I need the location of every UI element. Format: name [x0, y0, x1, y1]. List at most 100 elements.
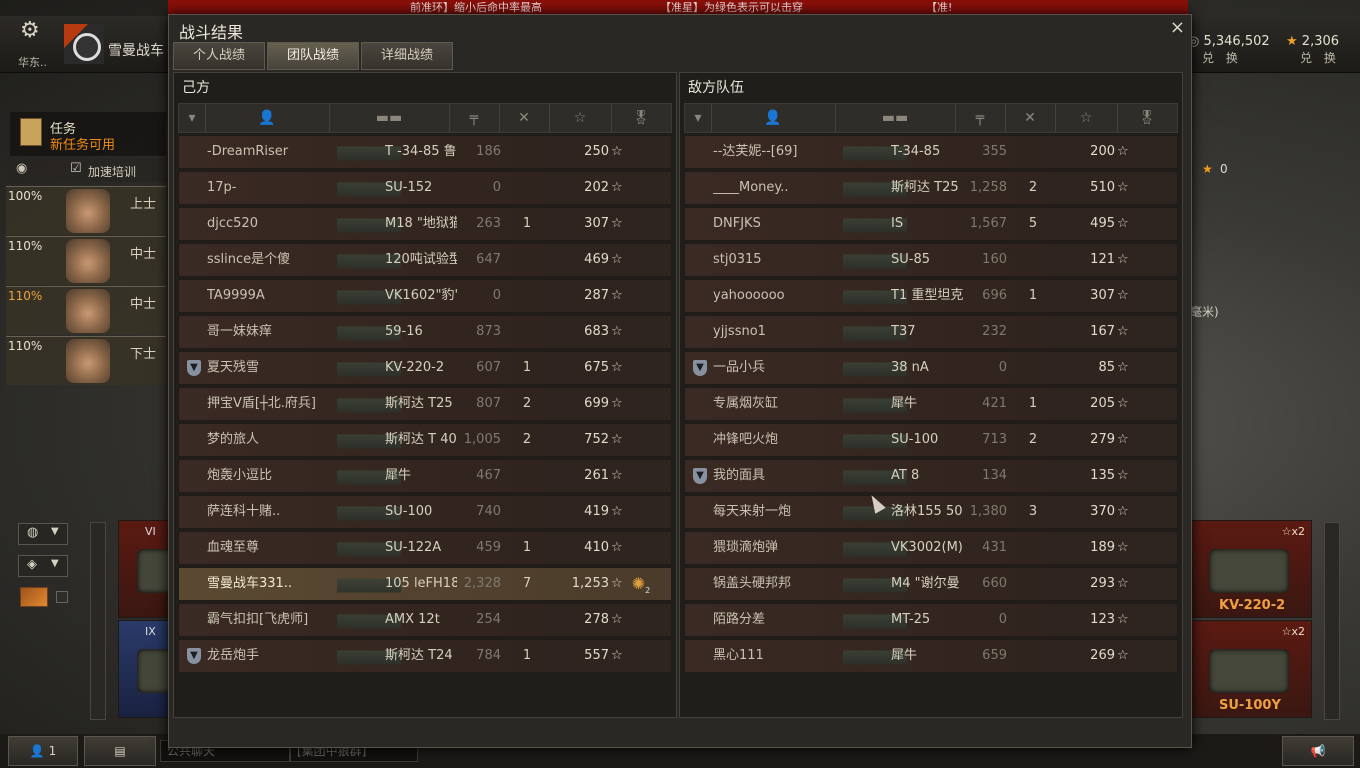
table-row[interactable]: yahoooooo T1 重型坦克 696 1 307 ☆	[684, 279, 1178, 313]
kills-value: 1	[522, 540, 532, 555]
friends-button[interactable]: 👤 1	[8, 736, 78, 766]
checkbox-icon[interactable]: ☑	[70, 161, 82, 176]
table-row[interactable]: 专属烟灰缸 犀牛 421 1 205 ☆	[684, 387, 1178, 421]
table-row[interactable]: --达芙妮--[69] T-34-85 355 200 ☆	[684, 135, 1178, 169]
table-row[interactable]: 哥一妹妹痒 59-16 873 683 ☆	[178, 315, 672, 349]
xp-value: 307	[1090, 288, 1115, 303]
table-row[interactable]: 锅盖头硬邦邦 M4 "谢尔曼 660 293 ☆	[684, 567, 1178, 601]
credits-display[interactable]: ◎ 5,346,502 兑 换	[1188, 34, 1270, 66]
medal-sort-icon[interactable]: 🎖	[611, 104, 671, 132]
table-row[interactable]: 梦的旅人 斯柯达 T 40 1,005 2 752 ☆	[178, 423, 672, 457]
tank-sort-icon[interactable]: ▬▬	[835, 104, 956, 132]
table-row[interactable]: 每天来射一炮 洛林155 50 1,380 3 370 ☆	[684, 495, 1178, 529]
accelerate-training-button[interactable]: ◉ ☑ 加速培训	[8, 158, 166, 182]
damage-value: 807	[476, 396, 501, 411]
notifications-button[interactable]: 📢	[1282, 736, 1354, 766]
kills-sort-icon[interactable]: ✕	[499, 104, 550, 132]
player-name: 一品小兵	[713, 360, 766, 375]
medal-icon[interactable]: ✺2	[627, 572, 655, 596]
tank-name: T-34-85	[891, 144, 941, 159]
crew-member-4[interactable]: 110% 下士	[6, 336, 166, 385]
damage-sort-icon[interactable]: ╤	[955, 104, 1006, 132]
tank-card-kv-220-2[interactable]: ☆x2 KV-220-2	[1190, 520, 1312, 618]
star-icon: ☆	[611, 540, 623, 555]
gold-display[interactable]: ★ 2,306 兑 换	[1286, 34, 1340, 66]
table-row[interactable]: 17p- SU-152 0 202 ☆	[178, 171, 672, 205]
enemy-team-title: 敌方队伍	[688, 80, 744, 96]
player-name: DNFJKS	[713, 216, 761, 231]
table-row[interactable]: yjjssno1 T37 232 167 ☆	[684, 315, 1178, 349]
player-sort-icon[interactable]: 👤	[711, 104, 836, 132]
crew-member-3[interactable]: 110% 中士	[6, 286, 166, 335]
star-icon: ☆	[611, 432, 623, 447]
table-row[interactable]: 炮轰小逗比 犀牛 467 261 ☆	[178, 459, 672, 493]
xp-sort-icon[interactable]: ☆	[1055, 104, 1118, 132]
credits-exchange-label[interactable]: 兑 换	[1202, 49, 1270, 66]
table-row[interactable]: TA9999A VK1602"豹"轻 0 287☆	[178, 279, 672, 313]
table-row[interactable]: 黑心111 犀牛 659 269 ☆	[684, 639, 1178, 673]
table-row[interactable]: stj0315 SU-85 160 121 ☆	[684, 243, 1178, 277]
tab-team[interactable]: 团队战绩	[267, 42, 359, 70]
xp-value: 1,253	[571, 576, 609, 591]
table-row[interactable]: 霸气扣扣[飞虎师] AMX 12t 254 278 ☆	[178, 603, 672, 637]
type-filter-dropdown[interactable]: ◈ ▼	[18, 555, 68, 577]
table-row[interactable]: ▼ 一品小兵 38 nA 0 85 ☆	[684, 351, 1178, 385]
tank-sort-icon[interactable]: ▬▬	[329, 104, 450, 132]
player-name: 夏天残雪	[207, 360, 260, 375]
server-label[interactable]: 华东..	[18, 54, 47, 70]
crew-member-2[interactable]: 110% 中士	[6, 236, 166, 285]
tank-name: SU-122A	[385, 540, 442, 555]
table-row[interactable]: djcc520 M18 "地狱猫 263 1 307 ☆	[178, 207, 672, 241]
carousel-right-arrow[interactable]	[1324, 522, 1340, 720]
tank-name: T37	[891, 324, 916, 339]
tank-card-su-100y[interactable]: ☆x2 SU-100Y	[1190, 620, 1312, 718]
player-name[interactable]: 雪曼战车	[108, 40, 164, 60]
squad-sort-icon[interactable]: ▾	[179, 104, 206, 132]
gold-exchange-label[interactable]: 兑 换	[1300, 49, 1340, 66]
table-row[interactable]: 陌路分差 MT-25 0 123 ☆	[684, 603, 1178, 637]
table-row[interactable]: 雪曼战车331.. 105 leFH18B 2,328 7 1,253☆ ✺2	[178, 567, 672, 601]
star-icon: ☆	[1117, 324, 1129, 339]
medal-count: 2	[645, 586, 651, 596]
tank-name: M4 "谢尔曼	[891, 576, 960, 591]
tank-name: SU-100	[385, 504, 433, 519]
chevron-down-icon: ▼	[51, 526, 59, 537]
player-name: 雪曼战车331..	[207, 576, 293, 591]
table-row[interactable]: -DreamRiser T -34-85 鲁 186 250 ☆	[178, 135, 672, 169]
player-sort-icon[interactable]: 👤	[205, 104, 330, 132]
nation-filter-dropdown[interactable]: ◍ ▼	[18, 523, 68, 545]
chat-button[interactable]: ▤	[84, 736, 156, 766]
table-row[interactable]: 萨连科十赌.. SU-100 740 419 ☆	[178, 495, 672, 529]
table-row[interactable]: ____Money.. 斯柯达 T25 1,258 2 510 ☆	[684, 171, 1178, 205]
enemy-table-header: ▾ 👤 ▬▬ ╤ ✕ ☆ 🎖	[684, 103, 1178, 133]
squad-sort-icon[interactable]: ▾	[685, 104, 712, 132]
table-row[interactable]: ▼ 龙岳炮手 斯柯达 T24 784 1 557 ☆	[178, 639, 672, 673]
mission-panel[interactable]: 任务 新任务可用	[10, 112, 166, 156]
table-row[interactable]: 猥琐滴炮弹 VK3002(M) 431 189 ☆	[684, 531, 1178, 565]
tab-personal[interactable]: 个人战绩	[173, 42, 265, 70]
crew-rank: 上士	[130, 197, 157, 212]
filter-checkbox[interactable]	[56, 591, 68, 603]
table-row[interactable]: DNFJKS IS 1,567 5 495 ☆	[684, 207, 1178, 241]
tab-detailed[interactable]: 详细战绩	[361, 42, 453, 70]
table-row[interactable]: 冲锋吧火炮 SU-100 713 2 279 ☆	[684, 423, 1178, 457]
kills-sort-icon[interactable]: ✕	[1005, 104, 1056, 132]
table-row[interactable]: 押宝V盾[┼北.府兵] 斯柯达 T25 807 2 699 ☆	[178, 387, 672, 421]
table-row[interactable]: ▼ 夏天残雪 KV-220-2 607 1 675 ☆	[178, 351, 672, 385]
player-name: 17p-	[207, 180, 237, 195]
carousel-left-arrow[interactable]	[90, 522, 106, 720]
crew-member-1[interactable]: 100% 上士	[6, 186, 166, 235]
star-icon: ☆	[1117, 504, 1129, 519]
settings-gear-icon[interactable]: ⚙	[20, 18, 40, 43]
xp-value: 200	[1090, 144, 1115, 159]
premium-filter-toggle[interactable]	[20, 587, 48, 607]
table-row[interactable]: sslince是个傻 120吨试验型 647 469 ☆	[178, 243, 672, 277]
table-row[interactable]: 血魂至尊 SU-122A 459 1 410 ☆	[178, 531, 672, 565]
table-row[interactable]: ▼ 我的面具 AT 8 134 135 ☆	[684, 459, 1178, 493]
clan-logo[interactable]	[64, 24, 104, 64]
close-button[interactable]: ×	[1170, 17, 1185, 38]
tank-name: 犀牛	[385, 468, 412, 483]
xp-sort-icon[interactable]: ☆	[549, 104, 612, 132]
damage-sort-icon[interactable]: ╤	[449, 104, 500, 132]
medal-sort-icon[interactable]: 🎖	[1117, 104, 1177, 132]
